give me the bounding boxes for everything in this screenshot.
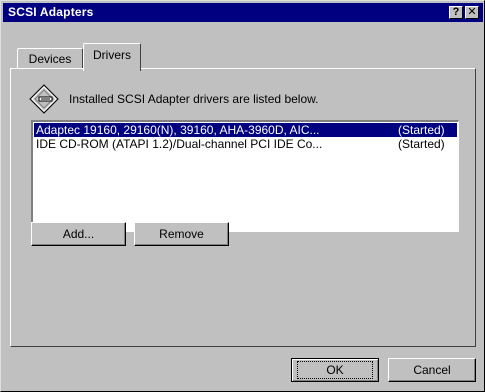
list-item[interactable]: IDE CD-ROM (ATAPI 1.2)/Dual-channel PCI … <box>34 137 457 151</box>
help-button[interactable]: ? <box>449 6 463 19</box>
scsi-adapters-dialog: SCSI Adapters ? ✕ Devices Drivers Instal… <box>0 0 485 392</box>
cancel-button[interactable]: Cancel <box>388 358 476 382</box>
close-button[interactable]: ✕ <box>465 6 479 19</box>
close-icon: ✕ <box>467 6 477 18</box>
add-button-label: Add... <box>62 227 95 241</box>
tab-drivers-label: Drivers <box>93 48 131 62</box>
window-title: SCSI Adapters <box>8 5 94 19</box>
title-bar[interactable]: SCSI Adapters ? ✕ <box>3 3 483 22</box>
remove-button-label: Remove <box>159 227 204 241</box>
driver-name: IDE CD-ROM (ATAPI 1.2)/Dual-channel PCI … <box>36 137 323 151</box>
info-text: Installed SCSI Adapter drivers are liste… <box>69 92 319 106</box>
add-button[interactable]: Add... <box>31 222 126 246</box>
driver-status: (Started) <box>398 137 445 151</box>
tab-devices-label: Devices <box>28 51 72 66</box>
tab-devices[interactable]: Devices <box>17 48 83 68</box>
driver-name: Adaptec 19160, 29160(N), 39160, AHA-3960… <box>36 123 320 137</box>
drivers-panel: Installed SCSI Adapter drivers are liste… <box>10 68 476 347</box>
remove-button[interactable]: Remove <box>134 222 229 246</box>
driver-status: (Started) <box>398 123 445 137</box>
drivers-listbox[interactable]: Adaptec 19160, 29160(N), 39160, AHA-3960… <box>31 120 459 232</box>
tab-drivers[interactable]: Drivers <box>83 43 141 71</box>
scsi-diamond-icon <box>29 84 59 114</box>
list-item[interactable]: Adaptec 19160, 29160(N), 39160, AHA-3960… <box>34 123 457 137</box>
ok-button-label: OK <box>297 361 373 379</box>
ok-button[interactable]: OK <box>291 358 379 382</box>
cancel-button-label: Cancel <box>413 363 451 377</box>
help-icon: ? <box>452 6 460 18</box>
